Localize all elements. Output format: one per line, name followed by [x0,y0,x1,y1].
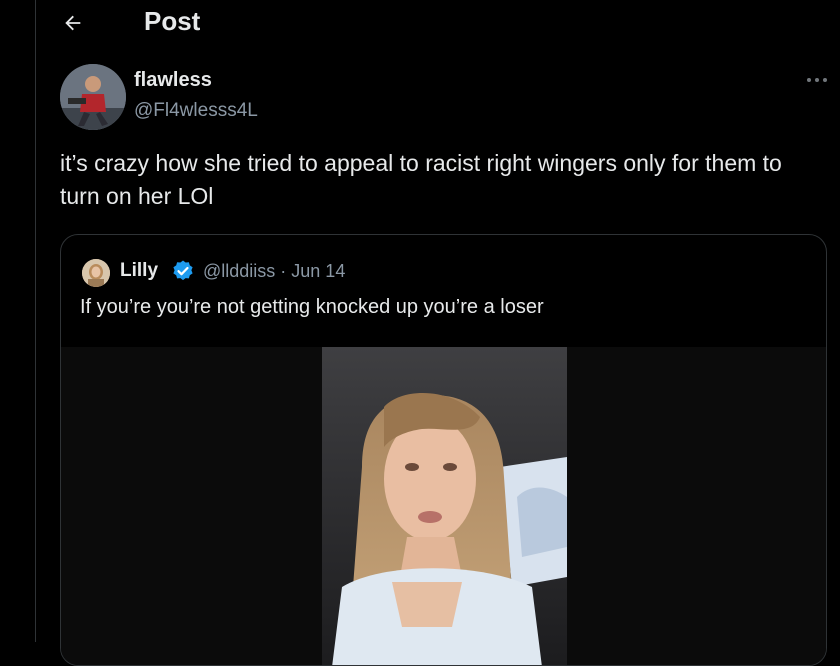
page-title: Post [144,6,201,36]
avatar-image [60,64,126,130]
post-text: it’s crazy how she tried to appeal to ra… [60,150,782,209]
page-header: Post [36,0,840,50]
quoted-avatar-image [82,259,110,287]
back-button[interactable] [56,9,90,37]
video-thumbnail[interactable] [322,347,567,665]
more-horizontal-icon [823,78,827,82]
more-horizontal-icon [807,78,811,82]
video-thumbnail-image [322,347,567,665]
quoted-handle-date[interactable]: @llddiiss · Jun 14 [203,261,345,282]
quoted-post[interactable]: Lilly @llddiiss · Jun 14 If you’re you’r… [60,234,827,666]
arrow-left-icon [65,15,81,31]
quoted-author-name[interactable]: Lilly [120,260,158,282]
author-display-name[interactable]: flawless [134,69,212,92]
more-horizontal-icon [815,78,819,82]
verified-badge-icon [173,260,193,281]
quoted-media[interactable] [61,347,826,665]
timeline-border [35,0,36,642]
quoted-avatar[interactable] [82,259,110,287]
more-options-button[interactable] [803,68,833,88]
avatar[interactable] [60,64,126,130]
quoted-text: If you’re you’re not getting knocked up … [80,296,544,318]
author-handle[interactable]: @Fl4wlesss4L [134,100,258,122]
